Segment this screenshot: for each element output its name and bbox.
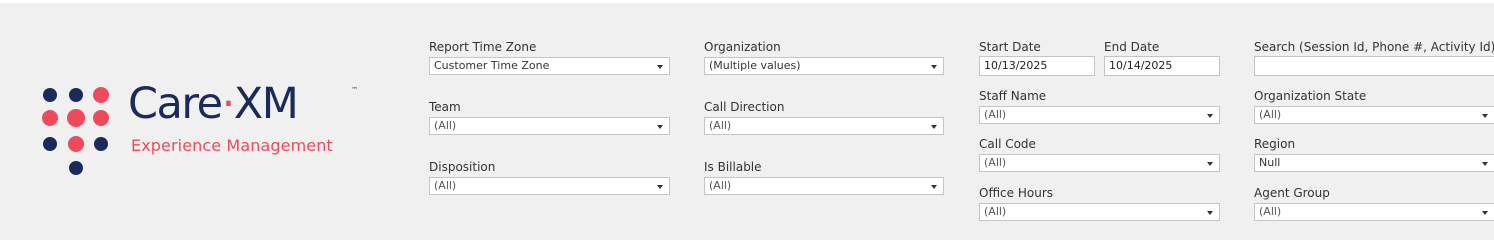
disposition-value: (All) [434, 179, 457, 192]
end-date-label: End Date [1104, 40, 1160, 54]
logo-dot [69, 161, 83, 175]
staff-name-label: Staff Name [979, 89, 1047, 103]
staff-name-dropdown[interactable]: (All) [979, 106, 1220, 124]
caret-down-icon [931, 125, 937, 129]
office-hours-dropdown[interactable]: (All) [979, 203, 1220, 221]
organization-state-dropdown[interactable]: (All) [1254, 106, 1494, 124]
organization-dropdown[interactable]: (Multiple values) [704, 57, 944, 75]
disposition-label: Disposition [429, 160, 496, 174]
caret-down-icon [931, 65, 937, 69]
caret-down-icon [1482, 162, 1488, 166]
caret-down-icon [1482, 114, 1488, 118]
start-date-input[interactable]: 10/13/2025 [979, 56, 1095, 76]
agent-group-label: Agent Group [1254, 186, 1330, 200]
caret-down-icon [931, 185, 937, 189]
logo-dot [68, 136, 84, 152]
region-dropdown[interactable]: Null [1254, 154, 1494, 172]
team-value: (All) [434, 119, 457, 132]
is-billable-label: Is Billable [704, 160, 762, 174]
region-value: Null [1259, 156, 1281, 169]
office-hours-label: Office Hours [979, 186, 1053, 200]
top-border [0, 0, 1494, 3]
organization-label: Organization [704, 40, 781, 54]
caret-down-icon [1207, 114, 1213, 118]
search-label: Search (Session Id, Phone #, Activity Id… [1254, 40, 1494, 54]
disposition-dropdown[interactable]: (All) [429, 177, 670, 195]
logo-brand-right: XM [233, 79, 299, 129]
logo-dot [43, 137, 57, 151]
is-billable-dropdown[interactable]: (All) [704, 177, 944, 195]
end-date-input[interactable]: 10/14/2025 [1104, 56, 1220, 76]
is-billable-value: (All) [709, 179, 732, 192]
caret-down-icon [657, 185, 663, 189]
call-direction-label: Call Direction [704, 100, 785, 114]
region-label: Region [1254, 137, 1296, 151]
logo-dot [43, 88, 57, 102]
agent-group-dropdown[interactable]: (All) [1254, 203, 1494, 221]
team-dropdown[interactable]: (All) [429, 117, 670, 135]
organization-state-label: Organization State [1254, 89, 1367, 103]
caret-down-icon [657, 125, 663, 129]
caret-down-icon [1207, 211, 1213, 215]
logo-wordmark: Care·XM [128, 83, 299, 126]
call-code-dropdown[interactable]: (All) [979, 154, 1220, 172]
call-code-value: (All) [984, 156, 1007, 169]
logo-brand-dot: · [221, 79, 236, 129]
caret-down-icon [1207, 162, 1213, 166]
caret-down-icon [657, 65, 663, 69]
call-direction-dropdown[interactable]: (All) [704, 117, 944, 135]
logo-dot [93, 110, 109, 126]
call-code-label: Call Code [979, 137, 1036, 151]
logo-dot [67, 109, 85, 127]
logo-trademark: ™ [351, 86, 358, 94]
logo-dot [42, 110, 58, 126]
office-hours-value: (All) [984, 205, 1007, 218]
start-date-value: 10/13/2025 [984, 59, 1048, 72]
logo-brand-left: Care [128, 79, 223, 129]
logo-dot [69, 88, 83, 102]
team-label: Team [429, 100, 461, 114]
search-input[interactable] [1254, 56, 1494, 76]
logo-dot [93, 87, 109, 103]
report-time-zone-dropdown[interactable]: Customer Time Zone [429, 57, 670, 75]
agent-group-value: (All) [1259, 205, 1282, 218]
logo-dot [94, 137, 108, 151]
staff-name-value: (All) [984, 108, 1007, 121]
organization-value: (Multiple values) [709, 59, 801, 72]
logo-tagline: Experience Management [131, 136, 333, 155]
caret-down-icon [1482, 211, 1488, 215]
start-date-label: Start Date [979, 40, 1041, 54]
call-direction-value: (All) [709, 119, 732, 132]
report-time-zone-value: Customer Time Zone [434, 59, 550, 72]
report-time-zone-label: Report Time Zone [429, 40, 537, 54]
end-date-value: 10/14/2025 [1109, 59, 1173, 72]
organization-state-value: (All) [1259, 108, 1282, 121]
